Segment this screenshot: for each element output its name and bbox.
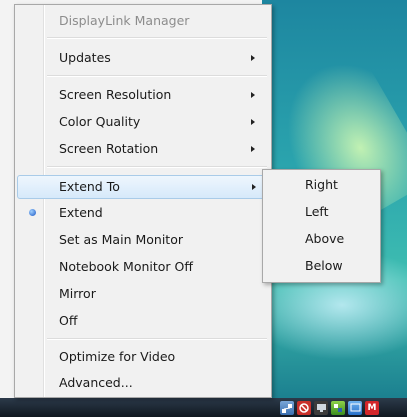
submenu-arrow-icon — [252, 184, 256, 190]
menu-item-screen-resolution[interactable]: Screen Resolution — [17, 83, 267, 107]
menu-item-label: Color Quality — [59, 114, 141, 129]
menu-item-label: Set as Main Monitor — [59, 232, 183, 247]
menu-item-label: Extend To — [59, 179, 120, 194]
menu-item-mirror[interactable]: Mirror — [17, 282, 267, 306]
submenu-arrow-icon — [251, 92, 255, 98]
radio-selected-icon — [29, 209, 36, 216]
monitor-icon[interactable] — [348, 401, 362, 415]
submenu-item-below[interactable]: Below — [263, 253, 380, 279]
displaylink-icon[interactable] — [331, 401, 345, 415]
menu-item-updates[interactable]: Updates — [17, 46, 267, 70]
menu-item-extend-to[interactable]: Extend To — [17, 175, 269, 199]
menu-item-label: Extend — [59, 205, 103, 220]
stop-icon[interactable] — [297, 401, 311, 415]
network-icon[interactable] — [280, 401, 294, 415]
menu-separator — [47, 75, 267, 77]
submenu-item-above[interactable]: Above — [263, 226, 380, 252]
menu-item-notebook-monitor-off[interactable]: Notebook Monitor Off — [17, 255, 267, 279]
menu-item-label: Notebook Monitor Off — [59, 259, 193, 274]
menu-item-off[interactable]: Off — [17, 309, 267, 333]
menu-item-label: Updates — [59, 50, 111, 65]
menu-item-label: Mirror — [59, 286, 96, 301]
submenu-item-label: Left — [305, 204, 329, 219]
menu-item-label: Screen Rotation — [59, 141, 159, 156]
submenu-arrow-icon — [251, 119, 255, 125]
submenu-item-label: Below — [305, 258, 343, 273]
menu-item-optimize-video[interactable]: Optimize for Video — [17, 345, 267, 369]
submenu-arrow-icon — [251, 55, 255, 61]
submenu-arrow-icon — [251, 146, 255, 152]
menu-item-screen-rotation[interactable]: Screen Rotation — [17, 137, 267, 161]
menu-item-color-quality[interactable]: Color Quality — [17, 110, 267, 134]
m-icon[interactable]: M — [365, 401, 379, 415]
menu-item-advanced[interactable]: Advanced... — [17, 371, 267, 395]
extend-to-submenu: Right Left Above Below — [262, 169, 381, 283]
menu-header: DisplayLink Manager — [17, 9, 267, 33]
menu-item-set-main-monitor[interactable]: Set as Main Monitor — [17, 228, 267, 252]
display-icon[interactable] — [314, 401, 328, 415]
menu-item-label: Advanced... — [59, 375, 133, 390]
system-tray: M — [280, 400, 379, 416]
submenu-item-right[interactable]: Right — [263, 172, 380, 198]
menu-item-label: Optimize for Video — [59, 349, 176, 364]
menu-item-label: Screen Resolution — [59, 87, 172, 102]
submenu-item-label: Right — [305, 177, 338, 192]
submenu-item-label: Above — [305, 231, 345, 246]
displaylink-context-menu: DisplayLink Manager Updates Screen Resol… — [14, 4, 272, 398]
menu-item-extend[interactable]: Extend — [17, 201, 267, 225]
menu-item-label: Off — [59, 313, 78, 328]
menu-separator — [47, 338, 267, 340]
menu-separator — [47, 166, 267, 168]
menu-header-label: DisplayLink Manager — [59, 13, 190, 28]
submenu-item-left[interactable]: Left — [263, 199, 380, 225]
menu-separator — [47, 37, 267, 39]
